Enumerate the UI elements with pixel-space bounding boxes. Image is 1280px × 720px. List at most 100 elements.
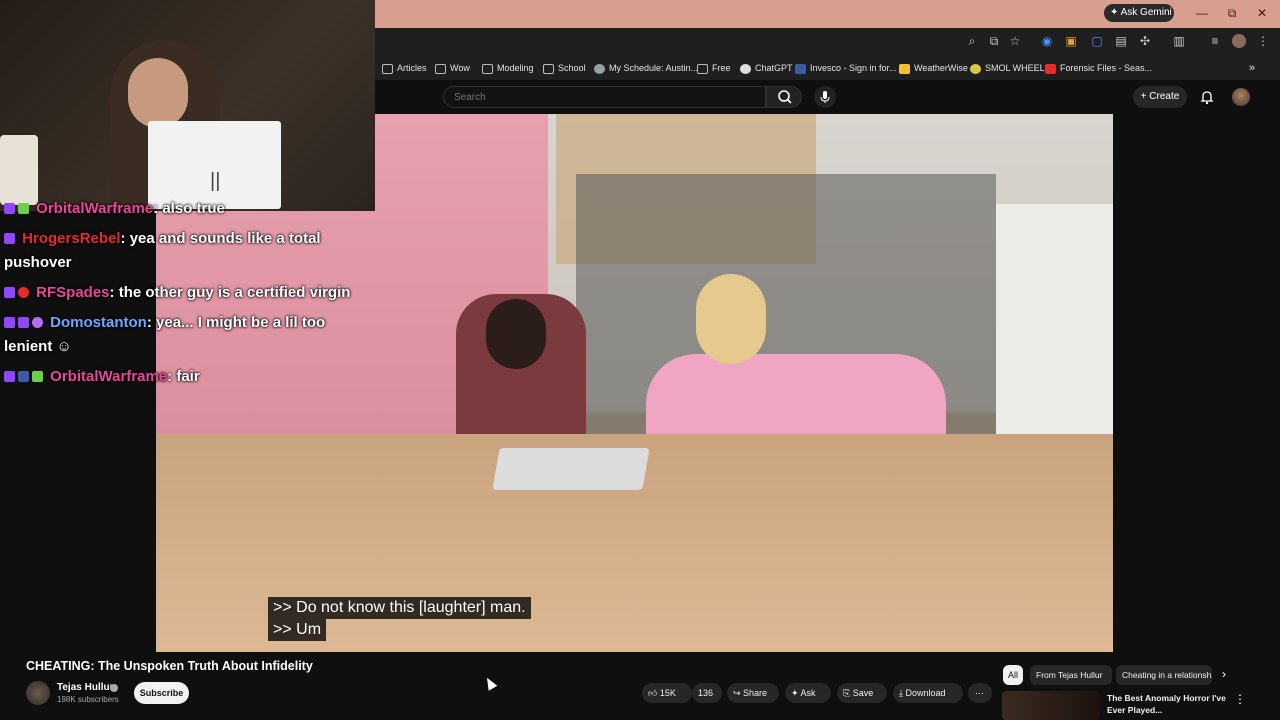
globe-icon xyxy=(594,63,605,74)
extension-icon[interactable]: ◉ xyxy=(1040,34,1054,48)
caption-line: >> Um xyxy=(268,619,327,641)
video-captions: >> Do not know this [laughter] man. >> U… xyxy=(268,597,558,641)
badge-icon xyxy=(18,371,29,382)
bookmark-label: ChatGPT xyxy=(755,63,793,73)
bookmark-articles[interactable]: Articles xyxy=(382,60,427,76)
chat-text: : fair xyxy=(167,368,200,385)
bookmark-label: SMOL WHEEL xyxy=(985,63,1045,73)
video-scene-person xyxy=(486,299,546,369)
restore-button[interactable]: ⧉ xyxy=(1222,4,1242,22)
thumbs-up-icon: 👍︎ xyxy=(648,688,660,698)
bell-icon xyxy=(1200,91,1214,105)
badge-icon xyxy=(4,287,15,298)
search-button[interactable] xyxy=(766,86,802,108)
bookmark-free[interactable]: Free xyxy=(697,60,731,76)
chip-topic[interactable]: Cheating in a relationsh xyxy=(1116,665,1212,685)
extension-icon[interactable]: ▤ xyxy=(1114,34,1128,48)
subscribe-button[interactable]: Subscribe xyxy=(134,682,189,704)
bookmark-smol-wheel[interactable]: SMOL WHEEL xyxy=(970,60,1045,76)
ask-gemini-label: Ask Gemini xyxy=(1120,7,1172,18)
folder-icon xyxy=(543,63,554,74)
like-button[interactable]: 👍︎ 15K xyxy=(642,683,692,703)
extension-icon[interactable]: ▢ xyxy=(1090,34,1104,48)
channel-name[interactable]: Tejas Hullur xyxy=(57,682,114,693)
extensions-puzzle-icon[interactable]: ✣ xyxy=(1138,34,1152,48)
share-icon: ↪ xyxy=(733,688,744,698)
badge-icon xyxy=(32,317,43,328)
ask-gemini-button[interactable]: ✦ Ask Gemini xyxy=(1104,4,1174,22)
bookmark-forensic-files[interactable]: Forensic Files - Seas... xyxy=(1045,60,1152,76)
search-input[interactable] xyxy=(443,86,766,108)
chat-text: : the other guy is a certified virgin xyxy=(109,284,351,301)
bookmark-label: Modeling xyxy=(497,63,534,73)
download-label: Download xyxy=(905,688,946,698)
chat-message: OrbitalWarframe: also true xyxy=(4,197,364,221)
chip-from-channel[interactable]: From Tejas Hullur xyxy=(1030,665,1112,685)
bookmark-invesco[interactable]: Invesco - Sign in for... xyxy=(795,60,897,76)
recommendation-thumbnail[interactable] xyxy=(1002,691,1100,720)
notifications-button[interactable] xyxy=(1198,88,1216,106)
chip-all[interactable]: All xyxy=(1003,665,1023,685)
bookmark-label: My Schedule: Austin... xyxy=(609,63,699,73)
chatgpt-icon xyxy=(740,63,751,74)
chat-message: HrogersRebel: yea and sounds like a tota… xyxy=(4,227,364,275)
video-scene-person xyxy=(696,274,766,364)
badge-icon xyxy=(18,203,29,214)
install-icon[interactable]: ⧉ xyxy=(987,34,1001,48)
create-label: Create xyxy=(1149,91,1180,102)
share-button[interactable]: ↪ Share xyxy=(727,683,779,703)
bookmark-label: School xyxy=(558,63,586,73)
folder-icon xyxy=(697,63,708,74)
bookmark-school[interactable]: School xyxy=(543,60,586,76)
bookmark-my-schedule[interactable]: My Schedule: Austin... xyxy=(594,60,698,76)
badge-icon xyxy=(4,203,15,214)
gemini-icon: ✦ xyxy=(1110,7,1121,18)
like-count: 15K xyxy=(659,688,676,698)
bookmark-modeling[interactable]: Modeling xyxy=(482,60,534,76)
webcam-overlay: || xyxy=(0,0,375,211)
bookmark-label: Invesco - Sign in for... xyxy=(810,63,897,73)
save-button[interactable]: ⎘ Save xyxy=(837,683,887,703)
more-icon: ⋯ xyxy=(975,688,984,698)
close-window-button[interactable]: ✕ xyxy=(1252,4,1272,22)
folder-icon xyxy=(435,63,446,74)
voice-search-button[interactable] xyxy=(814,86,836,108)
bookmark-icon: ⎘ xyxy=(843,688,853,698)
bookmark-label: Forensic Files - Seas... xyxy=(1060,63,1153,73)
menu-kebab-icon[interactable]: ⋮ xyxy=(1256,34,1270,48)
more-actions-button[interactable]: ⋯ xyxy=(968,683,992,703)
emote-icon: ☺ xyxy=(56,338,72,355)
dislike-button[interactable]: 136 xyxy=(692,683,722,703)
chevron-right-icon[interactable]: › xyxy=(1222,667,1226,681)
dislike-count: 136 xyxy=(698,688,714,698)
reading-list-icon[interactable]: ≡ xyxy=(1208,34,1222,48)
webcam-person-face xyxy=(128,58,188,128)
recommendation-title[interactable]: The Best Anomaly Horror I've Ever Played… xyxy=(1107,692,1227,716)
more-bookmarks-icon[interactable]: » xyxy=(1249,60,1255,76)
video-title: CHEATING: The Unspoken Truth About Infid… xyxy=(26,659,313,673)
zoom-icon[interactable]: ⌕ xyxy=(965,34,979,48)
microphone-icon xyxy=(820,91,830,103)
account-avatar[interactable] xyxy=(1232,88,1250,106)
download-button[interactable]: ⤓ Download xyxy=(893,683,963,703)
recommendation-menu-icon[interactable]: ⋮ xyxy=(1234,692,1246,706)
webcam-cup xyxy=(0,135,38,205)
invesco-icon xyxy=(795,63,806,74)
profile-icon[interactable] xyxy=(1232,34,1246,48)
minimize-button[interactable]: — xyxy=(1192,4,1212,22)
bookmark-chatgpt[interactable]: ChatGPT xyxy=(740,60,793,76)
chat-username: OrbitalWarframe xyxy=(36,200,154,217)
create-button[interactable]: + Create xyxy=(1133,86,1187,108)
channel-avatar[interactable] xyxy=(26,681,50,705)
bookmark-weatherwise[interactable]: WeatherWise xyxy=(899,60,968,76)
folder-icon xyxy=(382,63,393,74)
badge-icon xyxy=(4,317,15,328)
bookmark-wow[interactable]: Wow xyxy=(435,60,470,76)
caption-line: >> Do not know this [laughter] man. xyxy=(268,597,531,619)
ask-button[interactable]: ✦ Ask xyxy=(785,683,831,703)
side-panel-icon[interactable]: ▥ xyxy=(1172,34,1186,48)
video-scene-laptop xyxy=(492,448,650,490)
extension-icon[interactable]: ▣ xyxy=(1064,34,1078,48)
badge-icon xyxy=(4,371,15,382)
bookmark-star-icon[interactable]: ☆ xyxy=(1008,34,1022,48)
